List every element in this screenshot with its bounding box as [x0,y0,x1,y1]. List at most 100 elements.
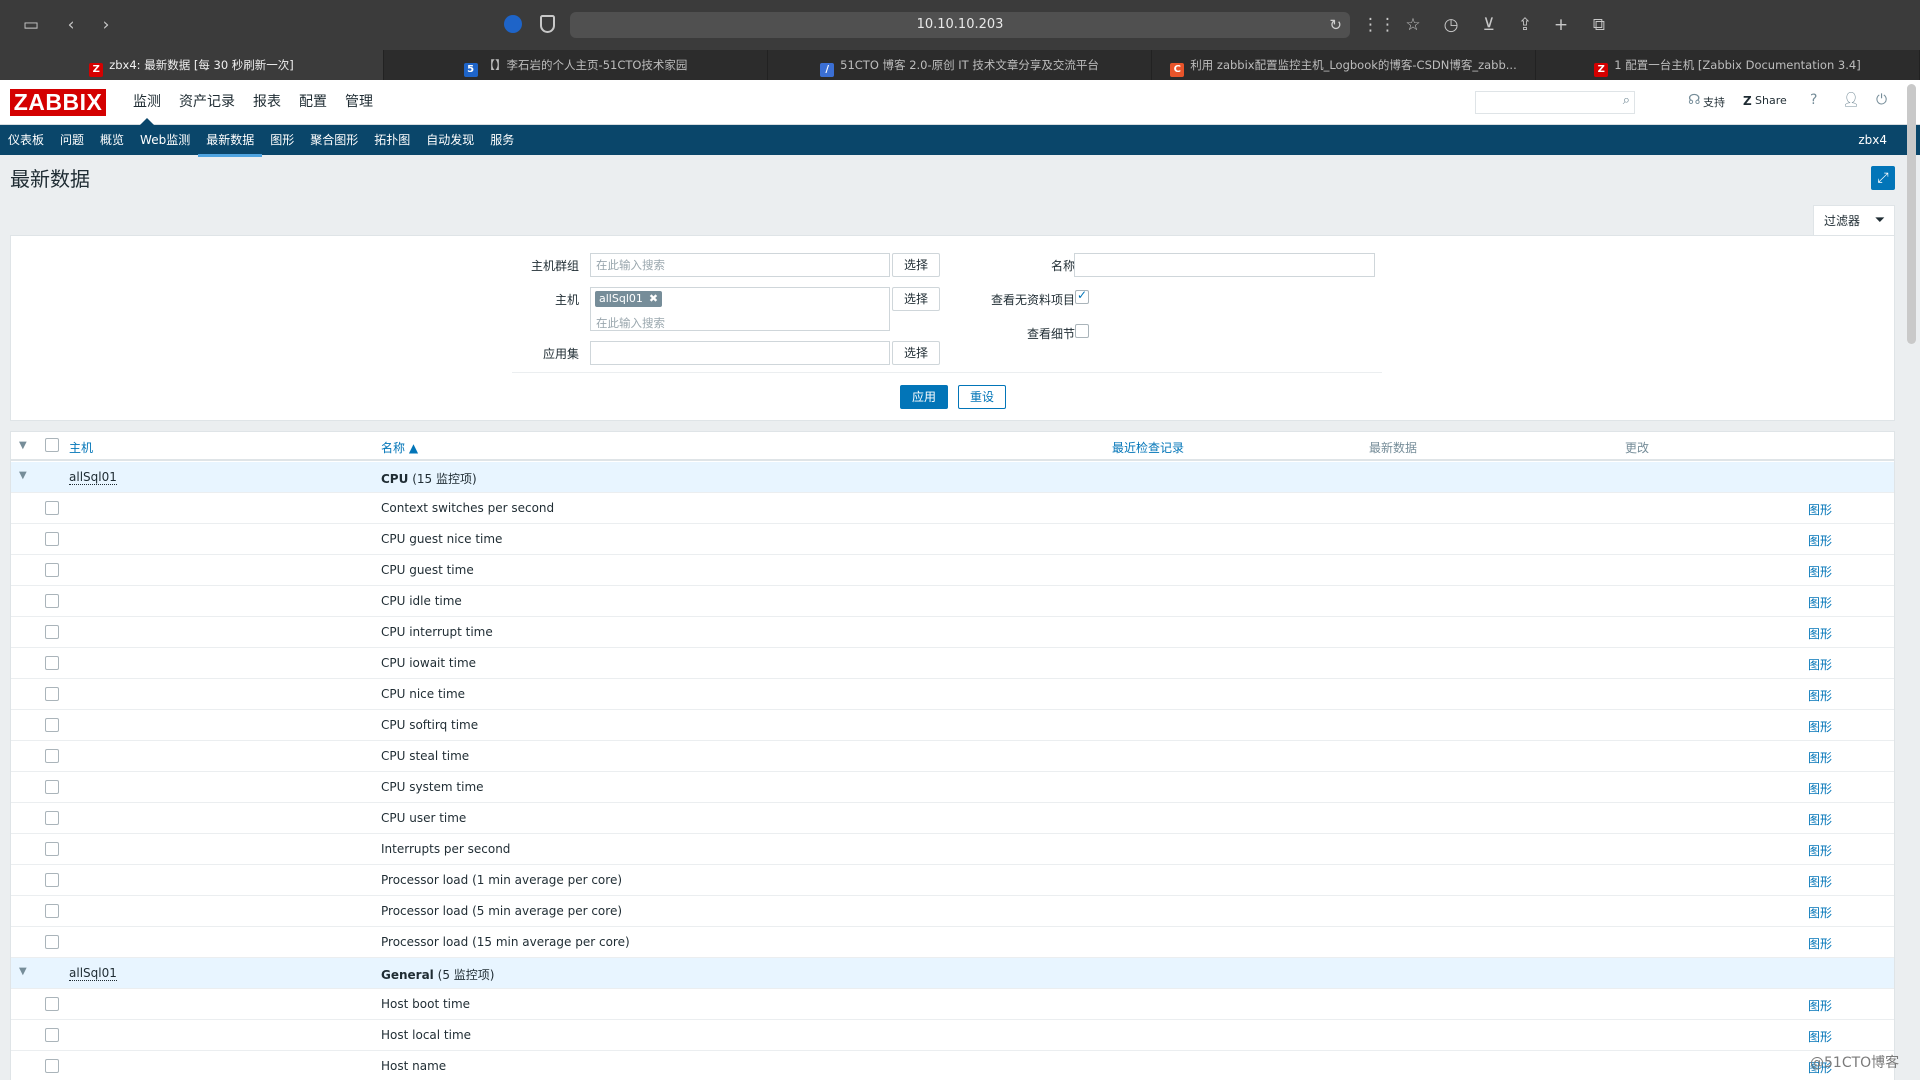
graph-link[interactable]: 图形 [1808,997,1832,1014]
graph-link[interactable]: 图形 [1808,1028,1832,1045]
host-link[interactable]: allSql01 [69,966,117,981]
filter-tab[interactable]: 过滤器 ⏷ [1813,205,1895,236]
graph-link[interactable]: 图形 [1808,749,1832,766]
graph-link[interactable]: 图形 [1808,842,1832,859]
graph-link[interactable]: 图形 [1808,904,1832,921]
row-checkbox[interactable] [45,904,59,918]
row-checkbox[interactable] [45,997,59,1011]
row-checkbox[interactable] [45,501,59,515]
column-name[interactable]: 名称 ▲ [381,439,418,456]
subnav-maps[interactable]: 拓扑图 [366,125,418,155]
menu-configuration[interactable]: 配置 [290,80,336,125]
graph-link[interactable]: 图形 [1808,501,1832,518]
forward-icon[interactable]: › [95,14,117,36]
row-checkbox[interactable] [45,1059,59,1073]
host-link[interactable]: allSql01 [69,470,117,485]
privacy-shield-icon[interactable] [540,15,555,33]
row-checkbox[interactable] [45,811,59,825]
row-checkbox[interactable] [45,842,59,856]
browser-tab[interactable]: 5 【】李石岩的个人主页-51CTO技术家园 [384,50,768,80]
graph-link[interactable]: 图形 [1808,873,1832,890]
column-host[interactable]: 主机 [69,439,93,456]
graph-link[interactable]: 图形 [1808,718,1832,735]
logout-icon[interactable]: ⏻ [1876,92,1887,108]
collapse-group-icon[interactable]: ▼ [19,966,27,977]
show-details-checkbox[interactable] [1075,324,1089,338]
page-scrollbar[interactable] [1907,84,1916,344]
support-link[interactable]: 支持 [1703,94,1725,110]
graph-link[interactable]: 图形 [1808,563,1832,580]
browser-tab[interactable]: Z 1 配置一台主机 [Zabbix Documentation 3.4] [1536,50,1920,80]
browser-tab[interactable]: Zzbx4: 最新数据 [每 30 秒刷新一次] [0,50,384,80]
remove-chip-icon[interactable]: ✖ [649,292,658,305]
browser-tab[interactable]: C 利用 zabbix配置监控主机_Logbook的博客-CSDN博客_zabb.… [1152,50,1536,80]
help-icon[interactable]: ? [1810,92,1817,108]
apply-button[interactable]: 应用 [900,385,948,409]
subnav-dashboard[interactable]: 仪表板 [0,125,52,155]
row-checkbox[interactable] [45,625,59,639]
browser-tab[interactable]: / 51CTO 博客 2.0-原创 IT 技术文章分享及交流平台 [768,50,1152,80]
tab-overview-icon[interactable]: ⧉ [1588,14,1610,36]
row-checkbox[interactable] [45,1028,59,1042]
download-icon[interactable]: ⊻ [1478,14,1500,36]
hostgroup-input[interactable]: 在此输入搜索 [590,253,890,277]
menu-administration[interactable]: 管理 [336,80,382,125]
back-icon[interactable]: ‹ [60,14,82,36]
graph-link[interactable]: 图形 [1808,935,1832,952]
subnav-graphs[interactable]: 图形 [262,125,302,155]
graph-link[interactable]: 图形 [1808,594,1832,611]
show-nodata-checkbox[interactable] [1075,288,1089,304]
graph-link[interactable]: 图形 [1808,656,1832,673]
host-select-button[interactable]: 选择 [892,287,940,311]
collapse-all-icon[interactable]: ▼ [19,440,27,451]
name-input[interactable] [1074,253,1375,277]
share-icon[interactable]: ⇪ [1514,14,1536,36]
subnav-overview[interactable]: 概览 [92,125,132,155]
row-checkbox[interactable] [45,687,59,701]
menu-reports[interactable]: 报表 [244,80,290,125]
graph-link[interactable]: 图形 [1808,625,1832,642]
row-checkbox[interactable] [45,935,59,949]
subnav-latest-data[interactable]: 最新数据 [198,127,263,157]
grid-icon[interactable]: ⋮⋮ [1362,14,1396,36]
zabbix-logo[interactable]: ZABBIX [10,89,106,116]
graph-link[interactable]: 图形 [1808,687,1832,704]
host-chip[interactable]: allSql01 ✖ [595,291,663,307]
row-checkbox[interactable] [45,718,59,732]
subnav-web[interactable]: Web监测 [132,125,198,155]
subnav-services[interactable]: 服务 [482,125,522,155]
graph-link[interactable]: 图形 [1808,532,1832,549]
subnav-problems[interactable]: 问题 [52,125,92,155]
menu-inventory[interactable]: 资产记录 [170,80,244,125]
extension-icon[interactable] [504,15,522,33]
graph-link[interactable]: 图形 [1808,811,1832,828]
reset-button[interactable]: 重设 [958,385,1006,409]
menu-monitoring[interactable]: 监测 [124,80,170,125]
row-checkbox[interactable] [45,532,59,546]
application-input[interactable] [590,341,890,365]
share-link[interactable]: Share [1755,94,1787,107]
search-icon[interactable]: ⌕ [1623,93,1630,108]
row-checkbox[interactable] [45,594,59,608]
row-checkbox[interactable] [45,780,59,794]
global-search-input[interactable]: ⌕ [1475,91,1635,114]
new-tab-icon[interactable]: + [1550,14,1572,36]
application-select-button[interactable]: 选择 [892,341,940,365]
subnav-screens[interactable]: 聚合图形 [302,125,366,155]
column-last-check[interactable]: 最近检查记录 [1112,439,1184,456]
fullscreen-button[interactable]: ⤢ [1871,166,1895,190]
reload-icon[interactable]: ↻ [1329,12,1342,38]
history-icon[interactable]: ◷ [1440,14,1462,36]
host-multiselect[interactable]: allSql01 ✖ 在此输入搜索 [590,287,890,331]
graph-link[interactable]: 图形 [1808,780,1832,797]
collapse-group-icon[interactable]: ▼ [19,470,27,481]
address-bar[interactable]: 10.10.10.203 ↻ [570,12,1350,38]
bookmark-star-icon[interactable]: ☆ [1402,14,1424,36]
hostgroup-select-button[interactable]: 选择 [892,253,940,277]
select-all-checkbox[interactable] [45,438,59,452]
row-checkbox[interactable] [45,563,59,577]
row-checkbox[interactable] [45,873,59,887]
sidebar-toggle-icon[interactable]: ▭ [20,14,42,36]
row-checkbox[interactable] [45,749,59,763]
row-checkbox[interactable] [45,656,59,670]
